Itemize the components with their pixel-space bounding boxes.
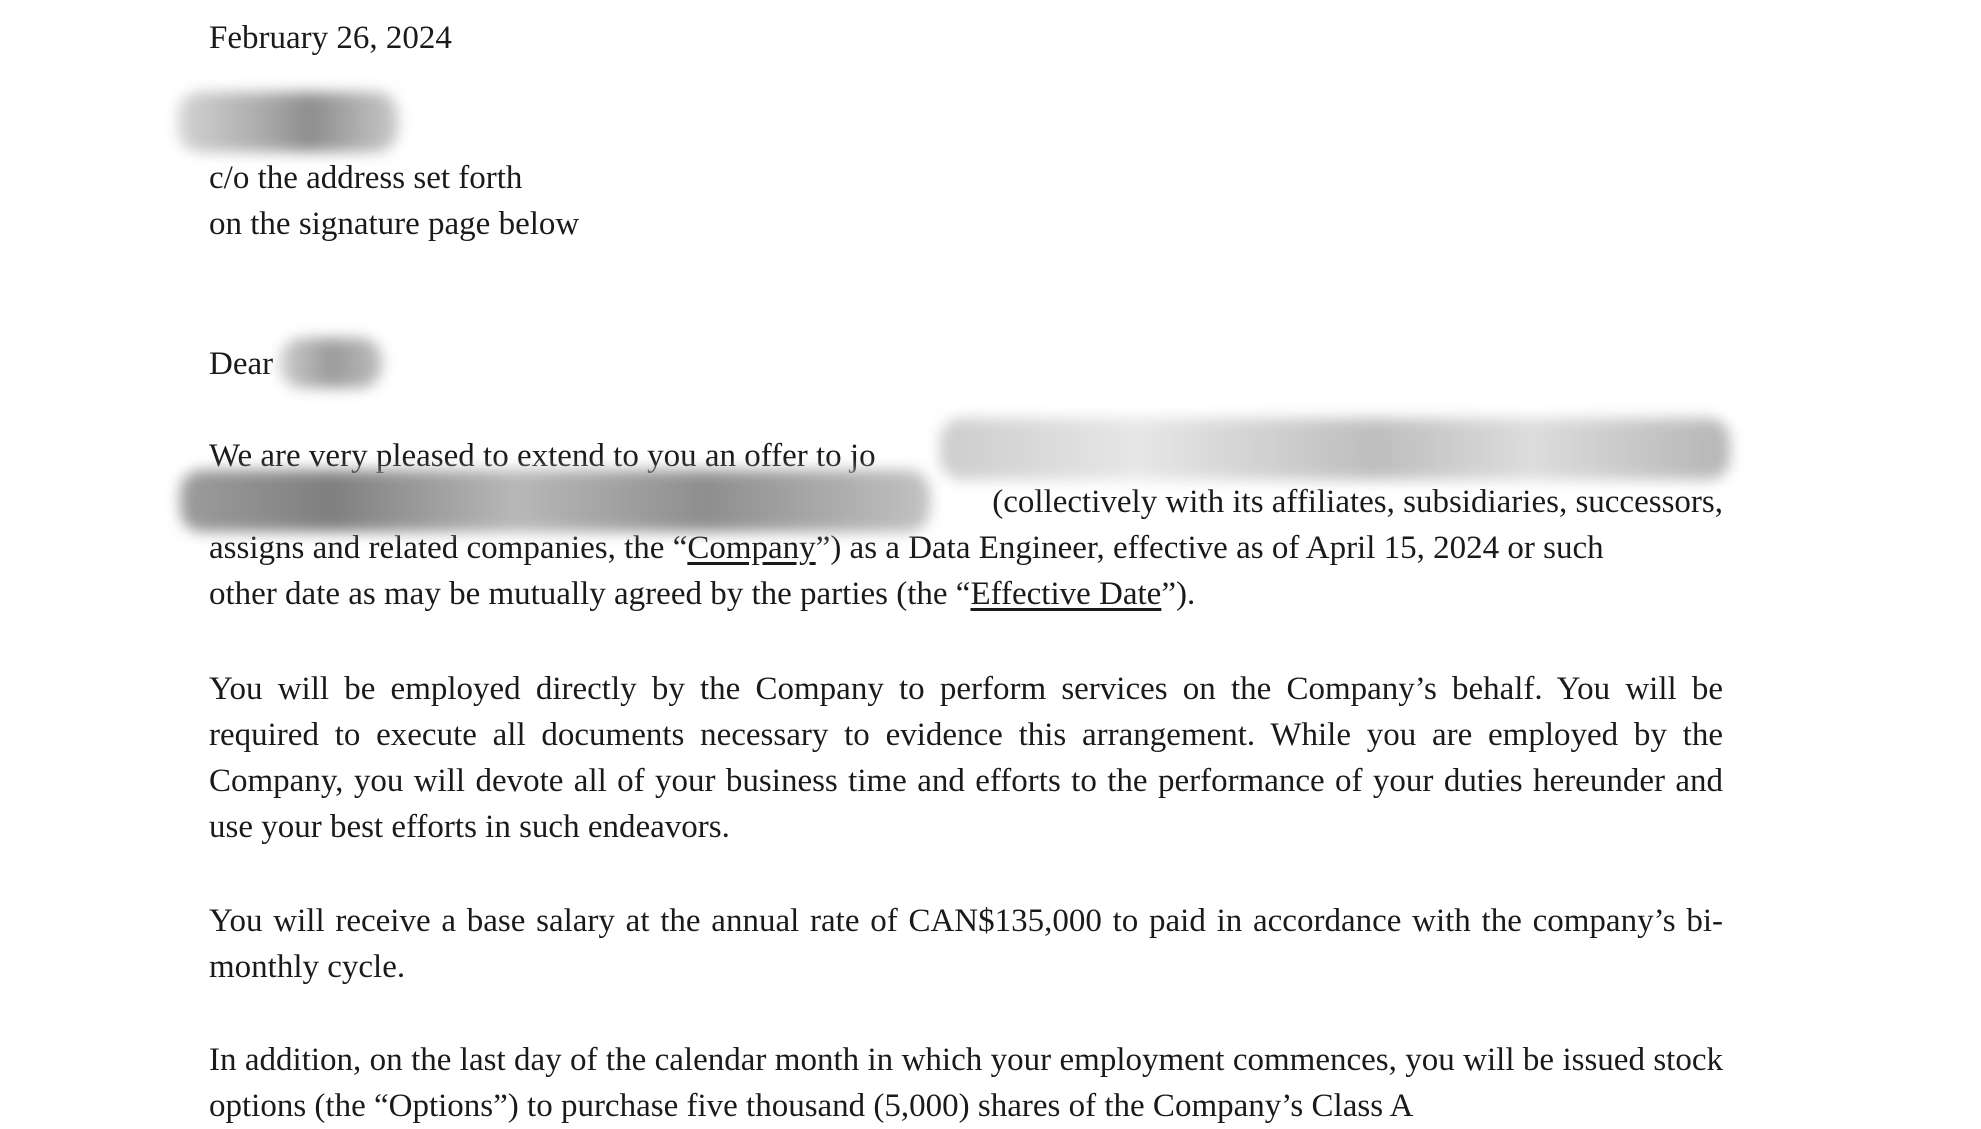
salutation-text: Dear <box>209 346 274 382</box>
address-line: on the signature page below <box>209 206 580 242</box>
employment-paragraph: You will be employed directly by the Com… <box>209 671 1723 845</box>
salutation: Dear <box>209 341 1723 387</box>
redacted-company-name-line-1 <box>940 418 1730 480</box>
letter-page: February 26, 2024 c/o the address set fo… <box>0 0 1981 1124</box>
redacted-salutation-name <box>280 338 382 388</box>
letter-date: February 26, 2024 <box>209 20 452 56</box>
salary-paragraph: You will receive a base salary at the an… <box>209 903 1723 985</box>
address-line: c/o the address set forth <box>209 160 523 196</box>
redacted-company-name-line-2 <box>180 470 930 532</box>
recipient-address: c/o the address set forth on the signatu… <box>209 155 1723 247</box>
stock-options-paragraph: In addition, on the last day of the cale… <box>209 1042 1723 1124</box>
offer-line-4: other date as may be mutually agreed by … <box>209 576 1196 612</box>
defined-term-effective-date: Effective Date <box>970 576 1162 612</box>
defined-term-company: Company <box>687 530 816 566</box>
redacted-recipient-name <box>178 92 398 152</box>
